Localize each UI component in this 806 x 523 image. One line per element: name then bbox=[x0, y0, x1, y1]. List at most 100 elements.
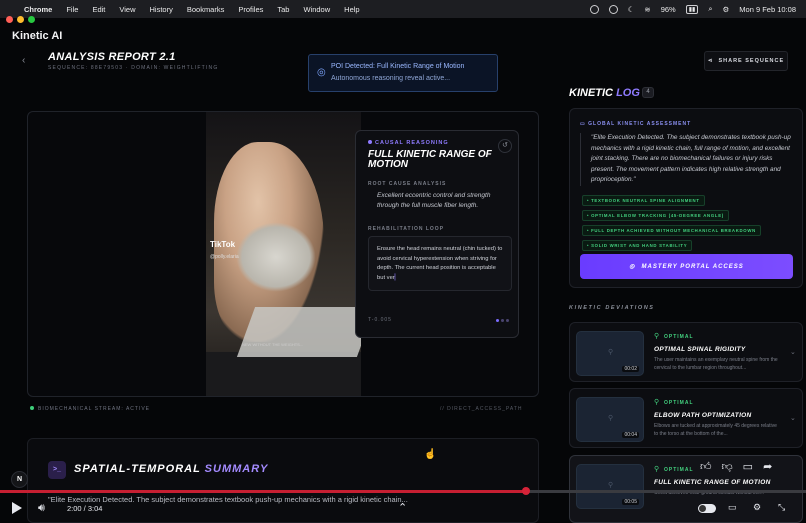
minimize-window-button[interactable] bbox=[17, 16, 24, 23]
poi-title: POI Detected: Full Kinetic Range of Moti… bbox=[331, 63, 465, 70]
rehab-text-box: Ensure the head remains neutral (chin tu… bbox=[368, 236, 512, 291]
playback-time: 2:00 / 3:04 bbox=[67, 504, 103, 513]
exercise-mat bbox=[236, 307, 361, 357]
dot-3[interactable] bbox=[506, 319, 509, 322]
deviation-desc: Elbows are tucked at approximately 45 de… bbox=[654, 423, 777, 437]
mastery-portal-button[interactable]: ◎ MASTERY PORTAL ACCESS bbox=[580, 254, 793, 279]
n-badge[interactable]: N bbox=[11, 471, 28, 488]
video-frame[interactable]: TikTok @polly.elaria NEW WITHOUT THE WEI… bbox=[206, 112, 361, 396]
control-center-icon[interactable]: ⚙ bbox=[723, 5, 730, 14]
dot-2[interactable] bbox=[501, 319, 504, 322]
typing-cursor: ▏ bbox=[394, 274, 400, 281]
pin-status-icon: ⚲ bbox=[654, 466, 660, 473]
deviation-time: 00:04 bbox=[622, 432, 639, 438]
deviation-title: ELBOW PATH OPTIMIZATION bbox=[654, 412, 752, 419]
settings-icon[interactable]: ⚙ bbox=[753, 502, 761, 513]
chat-icon: ▭ bbox=[580, 121, 589, 127]
menu-history[interactable]: History bbox=[150, 5, 173, 14]
deviation-item[interactable]: ⚲ 00:02 ⚲ OPTIMAL OPTIMAL SPINAL RIGIDITY… bbox=[569, 322, 803, 382]
deviation-thumbnail[interactable]: ⚲ 00:04 bbox=[576, 397, 644, 442]
pin-status-icon: ⚲ bbox=[654, 333, 660, 340]
dot-1[interactable] bbox=[496, 319, 499, 322]
clock[interactable]: Mon 9 Feb 10:08 bbox=[739, 5, 796, 14]
mouse-cursor-icon: ☝ bbox=[424, 449, 437, 460]
play-icon[interactable] bbox=[12, 502, 22, 514]
exit-fullscreen-icon[interactable]: ⤡ bbox=[778, 502, 785, 513]
chevron-down-icon[interactable]: ⌄ bbox=[790, 414, 796, 422]
stream-status-label: BIOMECHANICAL STREAM: ACTIVE bbox=[38, 406, 150, 412]
summary-title-a: SPATIAL-TEMPORAL bbox=[74, 463, 205, 475]
menu-bar: Chrome File Edit View History Bookmarks … bbox=[0, 0, 806, 18]
root-cause-heading: ROOT CAUSE ANALYSIS bbox=[368, 181, 447, 187]
assessment-tag: • TEXTBOOK NEUTRAL SPINE ALIGNMENT bbox=[582, 195, 705, 206]
log-count-badge: 4 bbox=[642, 87, 654, 98]
back-arrow-icon[interactable]: ‹ bbox=[22, 55, 25, 66]
status-icon[interactable] bbox=[589, 4, 599, 14]
search-icon[interactable]: ⌕ bbox=[708, 4, 712, 14]
app-title: Kinetic AI bbox=[12, 30, 63, 42]
gym-floor bbox=[206, 352, 361, 396]
thumbs-down-icon[interactable]: 👎︎ bbox=[722, 460, 733, 473]
assessment-tag: • OPTIMAL ELBOW TRACKING (45-DEGREE ANGL… bbox=[582, 210, 729, 221]
floating-actions: 👍︎ 👎︎ ▭ ➦ bbox=[700, 460, 772, 473]
causal-reasoning-card: CAUSAL REASONING FULL KINETIC RANGE OF M… bbox=[355, 130, 519, 338]
summary-title-b: SUMMARY bbox=[204, 463, 269, 475]
refresh-icon[interactable]: ↺ bbox=[498, 139, 512, 153]
pagination-dots[interactable] bbox=[496, 319, 509, 322]
subtitles-icon[interactable]: ▭ bbox=[728, 502, 737, 513]
terminal-icon: >_ bbox=[48, 461, 66, 479]
menu-bookmarks[interactable]: Bookmarks bbox=[187, 5, 225, 14]
deviation-status: OPTIMAL bbox=[664, 400, 694, 406]
deviation-item[interactable]: ⚲ 00:04 ⚲ OPTIMAL ELBOW PATH OPTIMIZATION… bbox=[569, 388, 803, 448]
tiktok-username: @polly.elaria bbox=[210, 254, 239, 260]
mastery-portal-label: MASTERY PORTAL ACCESS bbox=[641, 263, 744, 270]
poi-notification[interactable]: ◎ POI Detected: Full Kinetic Range of Mo… bbox=[308, 54, 498, 92]
status-area: ☾ ≋ 96% ▮▮ ⌕ ⚙ Mon 9 Feb 10:08 bbox=[589, 0, 796, 18]
menu-edit[interactable]: Edit bbox=[92, 5, 105, 14]
share-sequence-button[interactable]: ⋖ SHARE SEQUENCE bbox=[704, 51, 788, 71]
wifi-icon[interactable]: ≋ bbox=[644, 5, 650, 14]
assessment-heading: ▭ GLOBAL KINETIC ASSESSMENT bbox=[580, 121, 691, 127]
autoplay-toggle[interactable] bbox=[698, 504, 716, 513]
menu-app-name[interactable]: Chrome bbox=[24, 5, 52, 14]
menu-window[interactable]: Window bbox=[303, 5, 330, 14]
deviation-time: 00:02 bbox=[622, 366, 639, 372]
deviation-thumbnail[interactable]: ⚲ 00:02 bbox=[576, 331, 644, 376]
chevron-down-icon[interactable]: ⌄ bbox=[790, 348, 796, 356]
chevron-up-icon[interactable]: ⌃ bbox=[398, 501, 407, 514]
progress-handle[interactable] bbox=[521, 487, 530, 495]
assessment-tags: • TEXTBOOK NEUTRAL SPINE ALIGNMENT • OPT… bbox=[582, 195, 761, 251]
battery-icon[interactable]: ▮▮ bbox=[685, 4, 699, 14]
reasoning-timestamp: T-0.005 bbox=[368, 317, 392, 323]
share-arrow-icon[interactable]: ➦ bbox=[763, 460, 772, 473]
volume-icon[interactable]: 🔊︎ bbox=[38, 502, 45, 515]
menu-view[interactable]: View bbox=[119, 5, 135, 14]
portal-icon: ◎ bbox=[629, 264, 636, 270]
thumbs-up-icon[interactable]: 👍︎ bbox=[700, 460, 712, 473]
reasoning-title: FULL KINETIC RANGE OF MOTION bbox=[368, 149, 492, 170]
assessment-tag: • SOLID WRIST AND HAND STABILITY bbox=[582, 240, 693, 251]
deviation-desc: The user maintains an exemplary neutral … bbox=[654, 357, 778, 371]
radar-icon: ◎ bbox=[317, 67, 326, 78]
zoom-window-button[interactable] bbox=[28, 16, 35, 23]
causal-reasoning-tag: CAUSAL REASONING bbox=[368, 140, 449, 146]
player-controls: 🔊︎ 2:00 / 3:04 ⌃ ▭ ⚙ ⤡ bbox=[0, 496, 806, 523]
menu-help[interactable]: Help bbox=[344, 5, 359, 14]
assessment-tag: • FULL DEPTH ACHIEVED WITHOUT MECHANICAL… bbox=[582, 225, 761, 236]
causal-reasoning-label: CAUSAL REASONING bbox=[375, 140, 449, 146]
moon-icon[interactable]: ☾ bbox=[628, 5, 635, 14]
menu-tab[interactable]: Tab bbox=[277, 5, 289, 14]
kinetic-log-title: KINETIC LOG bbox=[569, 87, 640, 99]
menu-file[interactable]: File bbox=[66, 5, 78, 14]
comment-icon[interactable]: ▭ bbox=[743, 460, 753, 473]
menu-profiles[interactable]: Profiles bbox=[238, 5, 263, 14]
deviation-status: OPTIMAL bbox=[664, 467, 694, 473]
pin-status-icon: ⚲ bbox=[654, 399, 660, 406]
report-subtitle: SEQUENCE: 88E79503 · DOMAIN: WEIGHTLIFTI… bbox=[48, 65, 219, 71]
play-status-icon[interactable] bbox=[608, 4, 618, 14]
window-controls bbox=[6, 16, 35, 23]
kinetic-log-title-b: LOG bbox=[616, 87, 640, 99]
root-cause-text: Excellent eccentric control and strength… bbox=[377, 192, 491, 209]
stream-status: BIOMECHANICAL STREAM: ACTIVE bbox=[30, 406, 150, 412]
close-window-button[interactable] bbox=[6, 16, 13, 23]
